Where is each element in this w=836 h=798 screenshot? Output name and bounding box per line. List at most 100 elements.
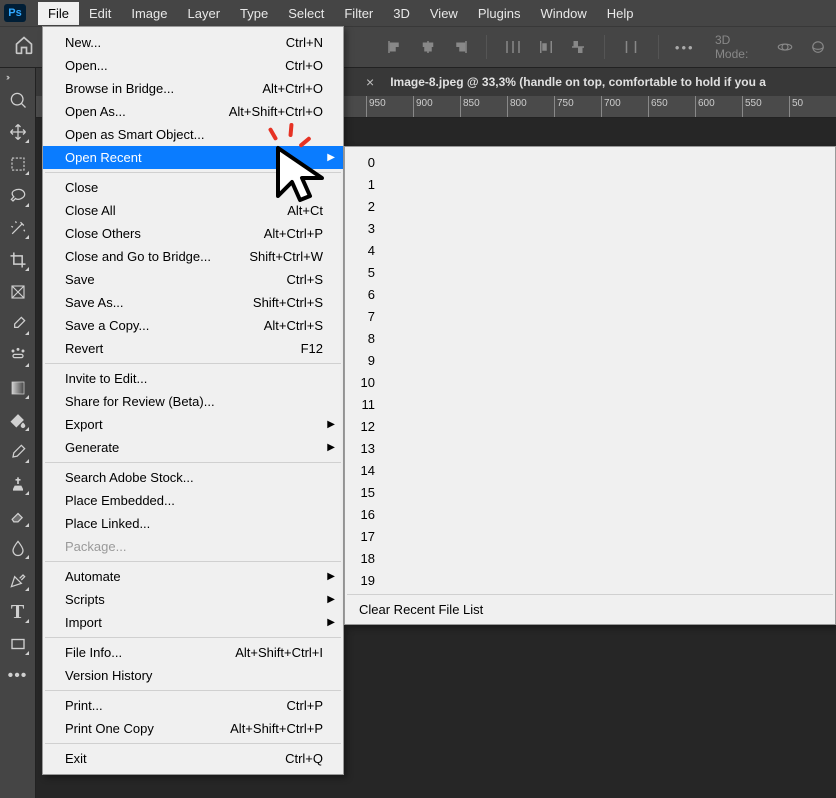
file-menu-item[interactable]: Close and Go to Bridge...Shift+Ctrl+W <box>43 245 343 268</box>
recent-file-item[interactable]: 4 <box>345 239 835 261</box>
recent-file-item[interactable]: 9 <box>345 349 835 371</box>
recent-file-item[interactable]: 12 <box>345 415 835 437</box>
file-menu-item[interactable]: Close OthersAlt+Ctrl+P <box>43 222 343 245</box>
file-menu-item[interactable]: File Info...Alt+Shift+Ctrl+I <box>43 641 343 664</box>
distribute-4-icon[interactable] <box>621 36 641 58</box>
recent-file-item[interactable]: 1 <box>345 173 835 195</box>
recent-file-item[interactable]: 0 <box>345 151 835 173</box>
file-menu-item[interactable]: Automate▶ <box>43 565 343 588</box>
magic-wand-tool-icon[interactable] <box>6 216 30 240</box>
file-menu-item[interactable]: Print One CopyAlt+Shift+Ctrl+P <box>43 717 343 740</box>
type-tool-icon[interactable]: T <box>6 600 30 624</box>
document-title[interactable]: Image-8.jpeg @ 33,3% (handle on top, com… <box>390 75 766 89</box>
file-menu-item[interactable]: Browse in Bridge...Alt+Ctrl+O <box>43 77 343 100</box>
file-menu-item[interactable]: Version History <box>43 664 343 687</box>
file-menu-item[interactable]: Close <box>43 176 343 199</box>
file-menu-item[interactable]: Close AllAlt+Ct <box>43 199 343 222</box>
menu-view[interactable]: View <box>420 2 468 25</box>
menu-type[interactable]: Type <box>230 2 278 25</box>
file-menu-item[interactable]: Share for Review (Beta)... <box>43 390 343 413</box>
file-menu-item[interactable]: Scripts▶ <box>43 588 343 611</box>
brush-tool-icon[interactable] <box>6 440 30 464</box>
distribute-1-icon[interactable] <box>503 36 523 58</box>
menu-separator <box>45 462 341 463</box>
recent-file-item[interactable]: 14 <box>345 459 835 481</box>
submenu-arrow-icon: ▶ <box>327 419 335 430</box>
file-menu-item[interactable]: Place Embedded... <box>43 489 343 512</box>
more-tools-icon[interactable]: ••• <box>6 664 30 688</box>
file-menu-item[interactable]: Open...Ctrl+O <box>43 54 343 77</box>
recent-file-item[interactable]: 3 <box>345 217 835 239</box>
eraser-tool-icon[interactable] <box>6 504 30 528</box>
recent-file-item[interactable]: 16 <box>345 503 835 525</box>
recent-file-item[interactable]: 5 <box>345 261 835 283</box>
recent-file-item[interactable]: 19 <box>345 569 835 591</box>
recent-file-item[interactable]: 18 <box>345 547 835 569</box>
menu-window[interactable]: Window <box>530 2 596 25</box>
menu-separator <box>45 690 341 691</box>
clear-recent-item[interactable]: Clear Recent File List <box>345 598 835 620</box>
recent-file-item[interactable]: 13 <box>345 437 835 459</box>
move-arrows-icon[interactable] <box>6 120 30 144</box>
lasso-tool-icon[interactable] <box>6 184 30 208</box>
menu-layer[interactable]: Layer <box>178 2 231 25</box>
menu-file[interactable]: File <box>38 2 79 25</box>
menu-filter[interactable]: Filter <box>334 2 383 25</box>
file-menu-item[interactable]: ExitCtrl+Q <box>43 747 343 770</box>
distribute-3-icon[interactable] <box>568 36 588 58</box>
move-tool-icon[interactable] <box>6 88 30 112</box>
recent-file-item[interactable]: 10 <box>345 371 835 393</box>
file-menu-item[interactable]: Print...Ctrl+P <box>43 694 343 717</box>
blur-tool-icon[interactable] <box>6 536 30 560</box>
submenu-arrow-icon: ▶ <box>327 442 335 453</box>
gradient-tool-icon[interactable] <box>6 376 30 400</box>
file-menu-item[interactable]: Generate▶ <box>43 436 343 459</box>
file-menu-item[interactable]: Search Adobe Stock... <box>43 466 343 489</box>
distribute-2-icon[interactable] <box>535 36 555 58</box>
file-menu-item[interactable]: RevertF12 <box>43 337 343 360</box>
menu-help[interactable]: Help <box>597 2 644 25</box>
recent-file-item[interactable]: 2 <box>345 195 835 217</box>
orbit-icon[interactable] <box>775 36 795 58</box>
pen-tool-icon[interactable] <box>6 568 30 592</box>
menu-edit[interactable]: Edit <box>79 2 121 25</box>
recent-file-item[interactable]: 7 <box>345 305 835 327</box>
file-menu-item[interactable]: New...Ctrl+N <box>43 31 343 54</box>
menu-image[interactable]: Image <box>121 2 177 25</box>
recent-file-item[interactable]: 17 <box>345 525 835 547</box>
recent-file-item[interactable]: 6 <box>345 283 835 305</box>
file-menu-item[interactable]: Open as Smart Object... <box>43 123 343 146</box>
recent-file-item[interactable]: 15 <box>345 481 835 503</box>
menu-select[interactable]: Select <box>278 2 334 25</box>
file-menu-item[interactable]: SaveCtrl+S <box>43 268 343 291</box>
file-menu-item[interactable]: Save As...Shift+Ctrl+S <box>43 291 343 314</box>
menu-separator <box>45 743 341 744</box>
align-left-icon[interactable] <box>385 36 405 58</box>
close-tab-icon[interactable]: × <box>366 74 374 90</box>
crop-tool-icon[interactable] <box>6 248 30 272</box>
recent-file-item[interactable]: 8 <box>345 327 835 349</box>
eyedropper-tool-icon[interactable] <box>6 312 30 336</box>
menu-3d[interactable]: 3D <box>383 2 420 25</box>
frame-tool-icon[interactable] <box>6 280 30 304</box>
marquee-tool-icon[interactable] <box>6 152 30 176</box>
rectangle-tool-icon[interactable] <box>6 632 30 656</box>
healing-brush-tool-icon[interactable] <box>6 344 30 368</box>
file-menu-item[interactable]: Place Linked... <box>43 512 343 535</box>
clone-stamp-tool-icon[interactable] <box>6 472 30 496</box>
sphere-icon[interactable] <box>808 36 828 58</box>
file-menu-item[interactable]: Import▶ <box>43 611 343 634</box>
file-menu-item[interactable]: Open As...Alt+Shift+Ctrl+O <box>43 100 343 123</box>
home-icon[interactable] <box>8 33 40 62</box>
menu-plugins[interactable]: Plugins <box>468 2 531 25</box>
file-menu-item[interactable]: Invite to Edit... <box>43 367 343 390</box>
recent-file-item[interactable]: 11 <box>345 393 835 415</box>
align-center-h-icon[interactable] <box>417 36 437 58</box>
file-menu-item[interactable]: Open Recent▶ <box>43 146 343 169</box>
align-right-icon[interactable] <box>450 36 470 58</box>
paint-bucket-tool-icon[interactable] <box>6 408 30 432</box>
file-menu-item[interactable]: Save a Copy...Alt+Ctrl+S <box>43 314 343 337</box>
more-icon[interactable]: ••• <box>675 36 695 58</box>
expand-toolbar-icon[interactable]: ›› <box>6 72 8 82</box>
file-menu-item[interactable]: Export▶ <box>43 413 343 436</box>
